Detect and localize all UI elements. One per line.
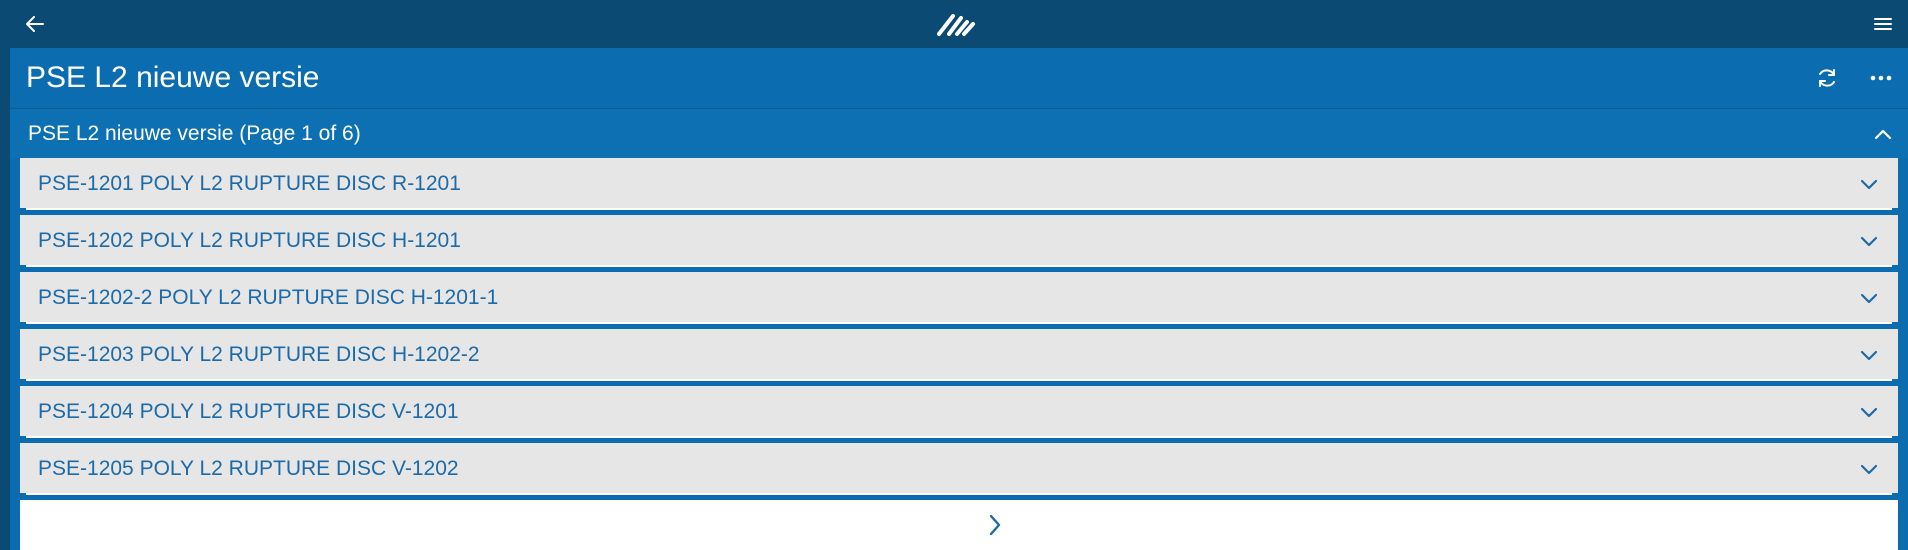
- more-horizontal-icon: [1870, 75, 1892, 81]
- list-item[interactable]: PSE-1205 POLY L2 RUPTURE DISC V-1202: [20, 443, 1898, 498]
- list-item[interactable]: PSE-1202 POLY L2 RUPTURE DISC H-1201: [20, 215, 1898, 270]
- chevron-down-icon[interactable]: [1856, 456, 1882, 482]
- chevron-down-icon[interactable]: [1856, 399, 1882, 425]
- list-item-label: PSE-1203 POLY L2 RUPTURE DISC H-1202-2: [38, 343, 480, 366]
- list-item-label: PSE-1201 POLY L2 RUPTURE DISC R-1201: [38, 172, 461, 195]
- section-header[interactable]: PSE L2 nieuwe versie (Page 1 of 6): [10, 108, 1908, 158]
- back-button[interactable]: [22, 12, 48, 36]
- item-list: PSE-1201 POLY L2 RUPTURE DISC R-1201 PSE…: [20, 158, 1898, 500]
- list-item-label: PSE-1202 POLY L2 RUPTURE DISC H-1201: [38, 229, 461, 252]
- next-page-button[interactable]: [980, 508, 1010, 542]
- arrow-left-icon: [26, 16, 44, 32]
- chevron-down-icon[interactable]: [1856, 171, 1882, 197]
- section-title: PSE L2 nieuwe versie (Page 1 of 6): [28, 122, 361, 145]
- chevron-down-icon[interactable]: [1856, 285, 1882, 311]
- refresh-icon: [1819, 69, 1835, 87]
- top-app-bar: [0, 0, 1908, 48]
- list-item[interactable]: PSE-1204 POLY L2 RUPTURE DISC V-1201: [20, 386, 1898, 441]
- chevron-right-icon: [989, 514, 1001, 536]
- panel-header: PSE L2 nieuwe versie: [10, 48, 1908, 108]
- list-item-label: PSE-1204 POLY L2 RUPTURE DISC V-1201: [38, 400, 459, 423]
- chevron-up-icon[interactable]: [1870, 121, 1896, 147]
- list-item[interactable]: PSE-1203 POLY L2 RUPTURE DISC H-1202-2: [20, 329, 1898, 384]
- list-item-label: PSE-1202-2 POLY L2 RUPTURE DISC H-1201-1: [38, 286, 499, 309]
- refresh-button[interactable]: [1814, 65, 1840, 91]
- page-title: PSE L2 nieuwe versie: [26, 61, 320, 94]
- hamburger-menu-icon: [1874, 18, 1892, 30]
- list-item[interactable]: PSE-1201 POLY L2 RUPTURE DISC R-1201: [20, 158, 1898, 213]
- list-item[interactable]: PSE-1202-2 POLY L2 RUPTURE DISC H-1201-1: [20, 272, 1898, 327]
- more-options-button[interactable]: [1868, 65, 1894, 91]
- app-logo-icon: [937, 10, 977, 38]
- list-item-label: PSE-1205 POLY L2 RUPTURE DISC V-1202: [38, 457, 459, 480]
- content-panel: PSE L2 nieuwe versie PSE L2 nieuwe versi…: [10, 48, 1908, 550]
- chevron-down-icon[interactable]: [1856, 342, 1882, 368]
- menu-button[interactable]: [1870, 12, 1896, 36]
- pagination-bar: [20, 500, 1898, 550]
- chevron-down-icon[interactable]: [1856, 228, 1882, 254]
